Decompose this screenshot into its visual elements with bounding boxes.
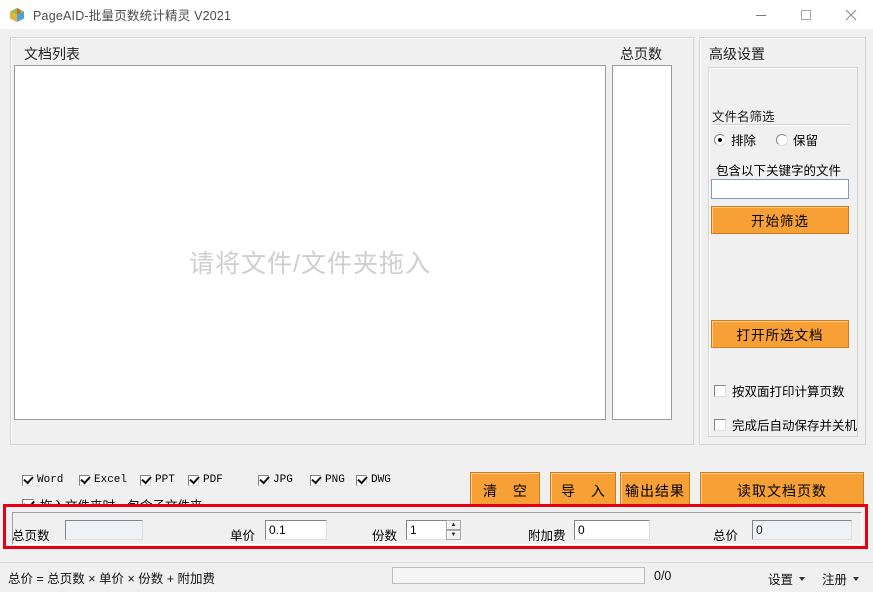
filetype-checkbox-dwg[interactable]: DWG xyxy=(356,474,391,486)
filetype-label: PDF xyxy=(203,474,223,486)
filetype-label: Word xyxy=(37,474,64,486)
progress-bar xyxy=(392,567,645,584)
window-title: PageAID-批量页数统计精灵 V2021 xyxy=(33,9,232,23)
title-bar: PageAID-批量页数统计精灵 V2021 xyxy=(0,0,873,30)
extra-fee-label: 附加费 xyxy=(528,529,566,543)
open-selected-doc-button[interactable]: 打开所选文档 xyxy=(711,320,849,348)
filetype-checkbox-excel[interactable]: Excel xyxy=(79,474,127,486)
filetype-checkbox-word[interactable]: Word xyxy=(22,474,63,486)
filetype-label: DWG xyxy=(371,474,391,486)
filetype-label: PNG xyxy=(325,474,345,486)
page-count-list-box[interactable] xyxy=(612,65,672,420)
document-list-title: 文档列表 xyxy=(24,46,80,62)
total-pages-value xyxy=(65,520,143,540)
checkbox-box xyxy=(188,474,199,486)
total-price-label: 总价 xyxy=(713,529,739,543)
filetype-checkbox-pdf[interactable]: PDF xyxy=(188,474,223,486)
progress-count: 0/0 xyxy=(654,569,672,583)
close-icon[interactable] xyxy=(828,0,873,29)
filetype-checkbox-jpg[interactable]: JPG xyxy=(258,474,293,486)
filetype-checkbox-ppt[interactable]: PPT xyxy=(140,474,175,486)
spinner-down-icon[interactable]: ▼ xyxy=(446,530,461,540)
settings-menu-button[interactable]: 设置 xyxy=(768,569,806,588)
spinner-up-icon[interactable]: ▲ xyxy=(446,520,461,530)
checkbox-box xyxy=(258,474,269,486)
radio-dot xyxy=(776,133,788,146)
start-filter-button[interactable]: 开始筛选 xyxy=(711,206,849,234)
client-area: 文档列表 请将文件/文件夹拖入 总页数 Word Excel PPT PDF J… xyxy=(0,29,873,562)
drop-hint-text: 请将文件/文件夹拖入 xyxy=(189,250,431,278)
copies-label: 份数 xyxy=(372,529,398,543)
radio-exclude-label: 排除 xyxy=(731,134,757,148)
total-price-value: 0 xyxy=(752,520,852,540)
chevron-down-icon xyxy=(853,576,860,581)
radio-keep[interactable]: 保留 xyxy=(776,130,818,149)
page-count-title: 总页数 xyxy=(620,46,662,62)
filetype-label: JPG xyxy=(273,474,293,486)
checkbox-box xyxy=(714,384,726,397)
radio-dot xyxy=(714,133,726,146)
advanced-settings-title: 高级设置 xyxy=(709,46,765,62)
total-pages-label: 总页数 xyxy=(12,529,50,543)
duplex-page-count-checkbox[interactable]: 按双面打印计算页数 xyxy=(714,381,845,400)
checkbox-box xyxy=(310,474,321,486)
checkbox-box xyxy=(140,474,151,486)
keyword-input[interactable] xyxy=(711,179,849,199)
radio-keep-label: 保留 xyxy=(793,134,819,148)
settings-menu-label: 设置 xyxy=(768,573,794,587)
radio-exclude[interactable]: 排除 xyxy=(714,130,756,149)
filetype-label: Excel xyxy=(94,474,128,486)
keyword-label: 包含以下关键字的文件 xyxy=(716,164,842,178)
filetype-checkbox-png[interactable]: PNG xyxy=(310,474,345,486)
duplex-label: 按双面打印计算页数 xyxy=(732,385,845,399)
copies-spinner[interactable]: ▲ ▼ xyxy=(446,520,461,540)
minimize-icon[interactable] xyxy=(738,0,783,29)
checkbox-box xyxy=(79,474,90,486)
filetype-label: PPT xyxy=(155,474,175,486)
register-menu-button[interactable]: 注册 xyxy=(822,569,860,588)
checkbox-box xyxy=(714,418,726,431)
document-list-box[interactable]: 请将文件/文件夹拖入 xyxy=(14,65,606,420)
register-menu-label: 注册 xyxy=(822,573,848,587)
unit-price-label: 单价 xyxy=(230,529,256,543)
checkbox-box xyxy=(356,474,367,486)
auto-save-shutdown-checkbox[interactable]: 完成后自动保存并关机 xyxy=(714,415,857,434)
shutdown-label: 完成后自动保存并关机 xyxy=(732,419,858,433)
unit-price-input[interactable]: 0.1 xyxy=(265,520,327,540)
filter-divider xyxy=(712,124,850,126)
checkbox-box xyxy=(22,474,33,486)
cube-icon xyxy=(9,7,25,23)
chevron-down-icon xyxy=(799,576,806,581)
filename-filter-label: 文件名筛选 xyxy=(712,110,775,124)
formula-text: 总价 = 总页数 × 单价 × 份数 + 附加费 xyxy=(8,572,215,586)
maximize-icon[interactable] xyxy=(783,0,828,29)
extra-fee-input[interactable]: 0 xyxy=(574,520,650,540)
